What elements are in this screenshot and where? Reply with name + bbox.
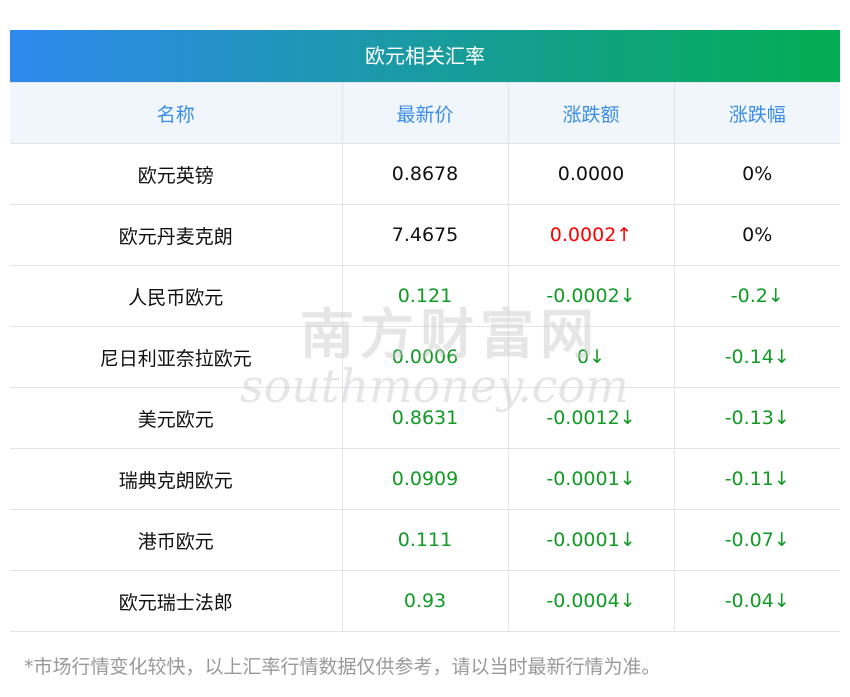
latest-price: 0.121 — [341, 265, 509, 327]
change-amount: -0.0001↓ — [507, 509, 675, 571]
change-amount: -0.0002↓ — [507, 265, 675, 327]
column-header-name: 名称 — [10, 82, 343, 144]
change-percent: 0% — [673, 143, 840, 205]
change-amount: 0.0000 — [507, 143, 675, 205]
latest-price: 7.4675 — [341, 204, 509, 266]
table-header-row: 名称 最新价 涨跌额 涨跌幅 — [10, 82, 840, 144]
table-row: 人民币欧元 0.121 -0.0002↓ -0.2↓ — [10, 265, 840, 327]
change-amount: 0↓ — [507, 326, 675, 388]
change-percent: -0.07↓ — [673, 509, 840, 571]
column-header-percent: 涨跌幅 — [673, 82, 840, 144]
column-header-change: 涨跌额 — [507, 82, 675, 144]
change-percent: -0.14↓ — [673, 326, 840, 388]
table-row: 欧元丹麦克朗 7.4675 0.0002↑ 0% — [10, 204, 840, 266]
table-row: 瑞典克朗欧元 0.0909 -0.0001↓ -0.11↓ — [10, 448, 840, 510]
currency-pair-name: 美元欧元 — [10, 387, 343, 449]
change-amount: 0.0002↑ — [507, 204, 675, 266]
currency-pair-name: 人民币欧元 — [10, 265, 343, 327]
latest-price: 0.8678 — [341, 143, 509, 205]
change-percent: -0.11↓ — [673, 448, 840, 510]
latest-price: 0.111 — [341, 509, 509, 571]
change-percent: -0.04↓ — [673, 570, 840, 632]
change-amount: -0.0004↓ — [507, 570, 675, 632]
column-header-price: 最新价 — [341, 82, 509, 144]
currency-pair-name: 欧元丹麦克朗 — [10, 204, 343, 266]
currency-pair-name: 尼日利亚奈拉欧元 — [10, 326, 343, 388]
exchange-rate-table: 名称 最新价 涨跌额 涨跌幅 欧元英镑 0.8678 0.0000 0% 欧元丹麦克朗 7… — [10, 82, 840, 632]
currency-pair-name: 欧元瑞士法郎 — [10, 570, 343, 632]
currency-pair-name: 港币欧元 — [10, 509, 343, 571]
table-row: 欧元瑞士法郎 0.93 -0.0004↓ -0.04↓ — [10, 570, 840, 632]
table-row: 港币欧元 0.111 -0.0001↓ -0.07↓ — [10, 509, 840, 571]
latest-price: 0.0909 — [341, 448, 509, 510]
latest-price: 0.93 — [341, 570, 509, 632]
change-percent: -0.2↓ — [673, 265, 840, 327]
currency-pair-name: 欧元英镑 — [10, 143, 343, 205]
disclaimer-note: *市场行情变化较快，以上汇率行情数据仅供参考，请以当时最新行情为准。 — [24, 656, 661, 678]
table-row: 尼日利亚奈拉欧元 0.0006 0↓ -0.14↓ — [10, 326, 840, 388]
table-row: 欧元英镑 0.8678 0.0000 0% — [10, 143, 840, 205]
change-percent: -0.13↓ — [673, 387, 840, 449]
table-title: 欧元相关汇率 — [10, 30, 840, 82]
currency-pair-name: 瑞典克朗欧元 — [10, 448, 343, 510]
latest-price: 0.8631 — [341, 387, 509, 449]
change-amount: -0.0001↓ — [507, 448, 675, 510]
change-amount: -0.0012↓ — [507, 387, 675, 449]
latest-price: 0.0006 — [341, 326, 509, 388]
change-percent: 0% — [673, 204, 840, 266]
table-row: 美元欧元 0.8631 -0.0012↓ -0.13↓ — [10, 387, 840, 449]
